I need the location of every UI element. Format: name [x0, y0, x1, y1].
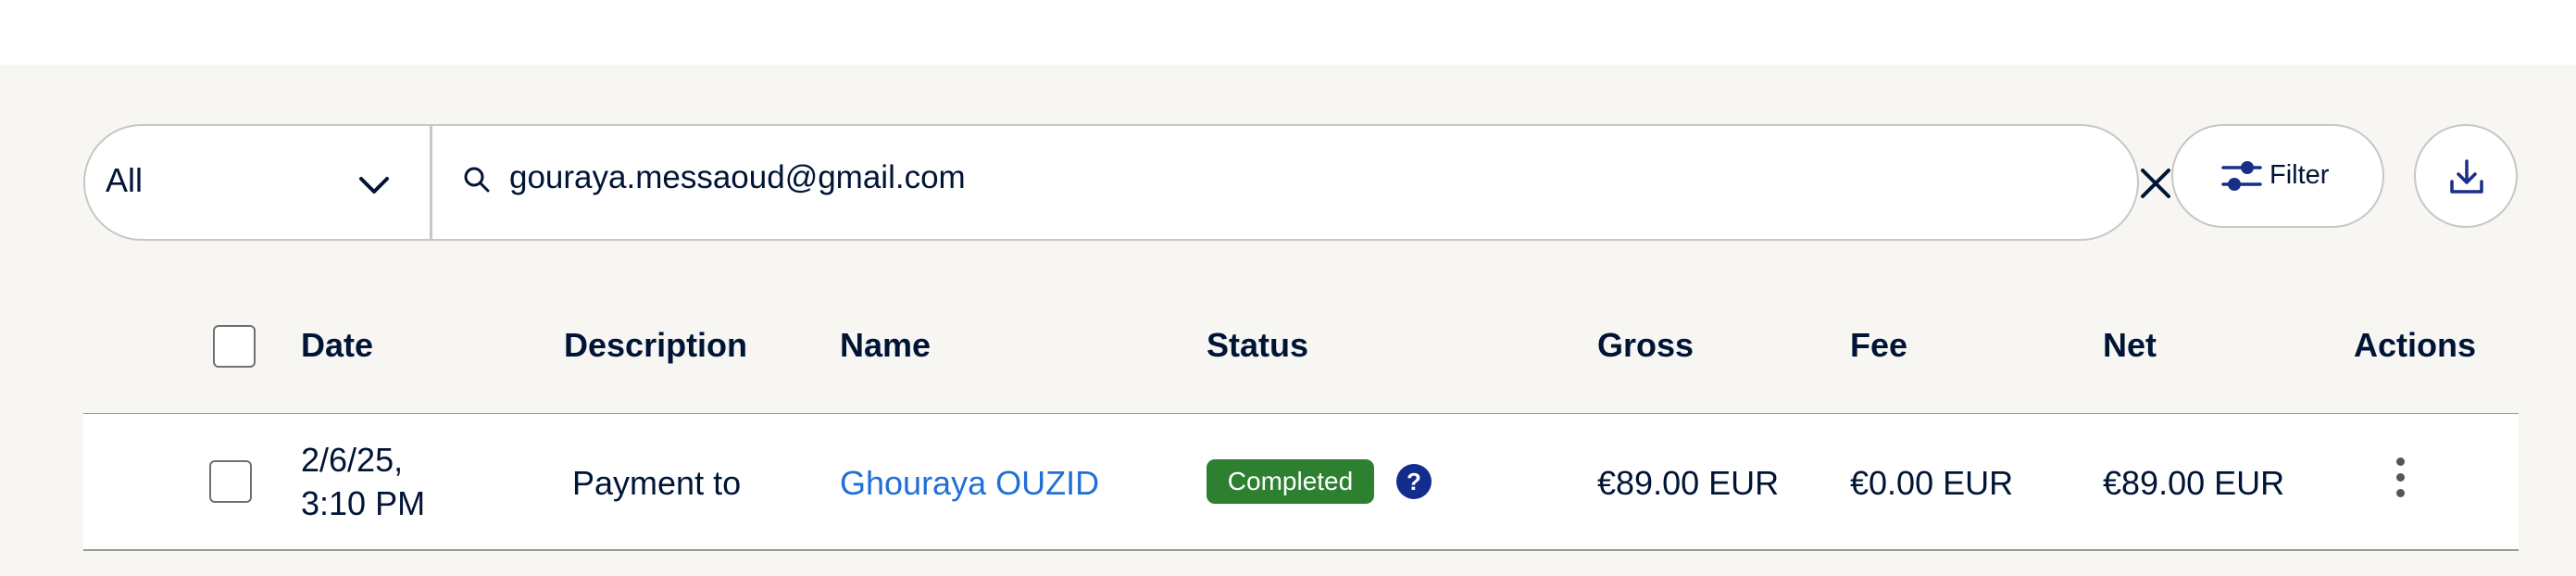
status-badge: Completed — [1207, 459, 1374, 504]
search-icon — [464, 167, 490, 193]
search-input[interactable] — [509, 159, 1991, 196]
filter-label: Filter — [2270, 160, 2330, 190]
type-select[interactable]: All — [85, 126, 432, 239]
row-date-day: 2/6/25, — [301, 441, 404, 479]
header-date[interactable]: Date — [301, 326, 373, 365]
search-bar: All — [83, 124, 2170, 241]
sliders-icon — [2221, 161, 2262, 191]
header-status: Status — [1207, 326, 1309, 364]
filter-button[interactable]: Filter — [2171, 124, 2384, 228]
download-icon — [2450, 159, 2483, 194]
kebab-menu-icon[interactable] — [2387, 457, 2413, 506]
header-fee: Fee — [1850, 326, 1908, 364]
row-net: €89.00 EUR — [2103, 464, 2285, 502]
download-button[interactable] — [2414, 124, 2518, 228]
header-description: Description — [564, 326, 748, 364]
row-gross: €89.00 EUR — [1597, 464, 1780, 502]
chevron-down-icon — [359, 177, 389, 194]
row-fee: €0.00 EUR — [1850, 464, 2014, 502]
row-date-time: 3:10 PM — [301, 484, 426, 522]
row-divider — [83, 549, 2519, 551]
close-icon[interactable] — [2135, 163, 2176, 204]
help-icon[interactable]: ? — [1396, 464, 1432, 499]
row-date: 2/6/25, 3:10 PM — [301, 438, 425, 525]
row-checkbox[interactable] — [209, 460, 252, 503]
row-name-link[interactable]: Ghouraya OUZID — [840, 464, 1099, 503]
type-select-value: All — [106, 161, 144, 199]
header-gross: Gross — [1597, 326, 1694, 364]
select-all-checkbox[interactable] — [213, 325, 256, 368]
header-actions: Actions — [2354, 326, 2477, 364]
header-name: Name — [840, 326, 932, 364]
header-net: Net — [2103, 326, 2157, 364]
row-description: Payment to — [572, 464, 742, 502]
